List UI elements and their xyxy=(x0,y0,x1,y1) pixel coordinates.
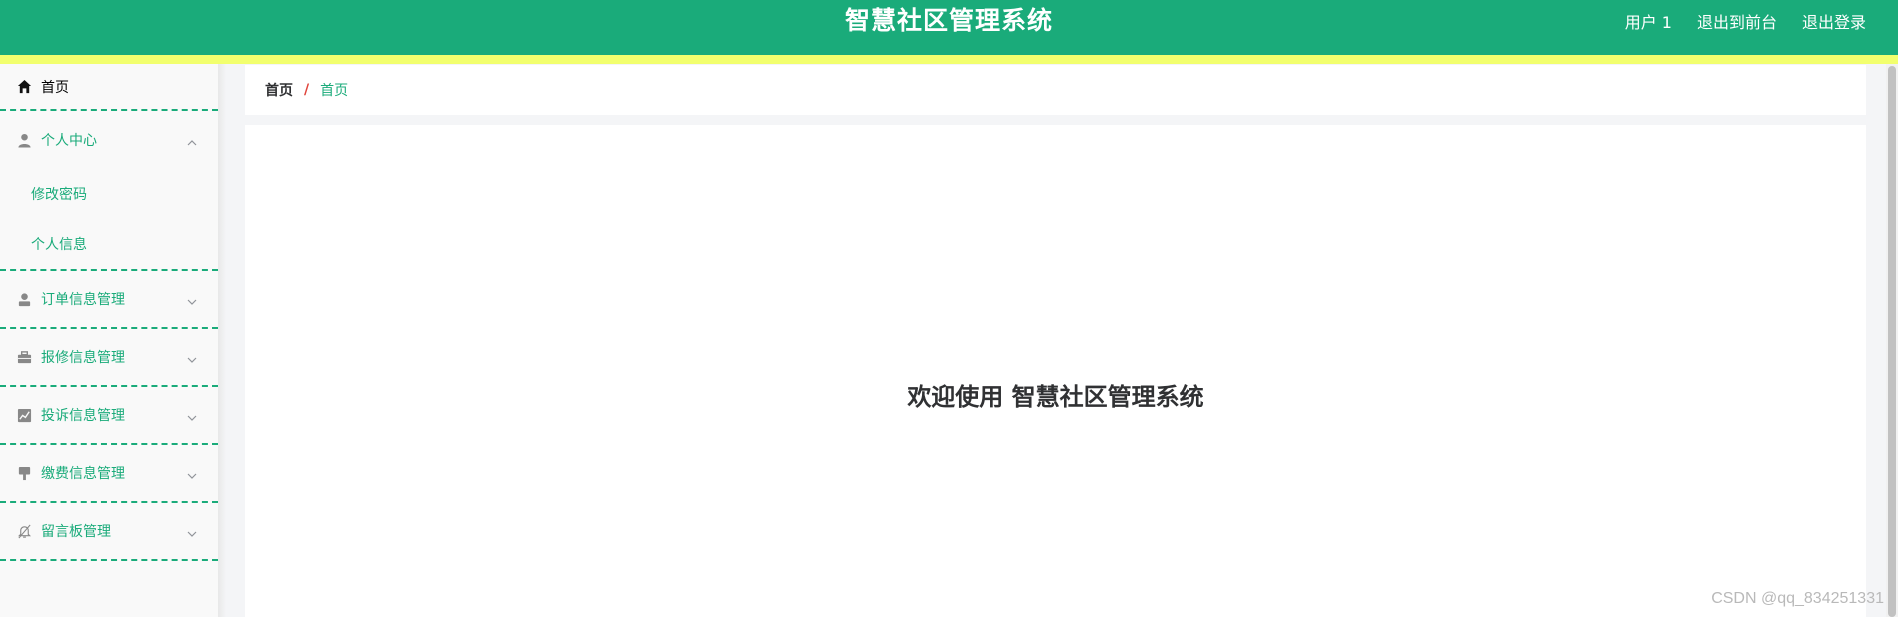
sidebar-item-message-board-management[interactable]: 留言板管理 xyxy=(0,503,218,561)
bell-off-icon xyxy=(16,523,32,539)
user-solid-icon xyxy=(16,291,32,307)
breadcrumb-current: 首页 xyxy=(320,83,349,99)
chevron-down-icon xyxy=(186,467,198,479)
briefcase-icon xyxy=(16,349,32,365)
sidebar-item-label: 个人中心 xyxy=(41,133,97,149)
submenu-item-change-password[interactable]: 修改密码 xyxy=(0,169,218,219)
brush-icon xyxy=(16,465,32,481)
scrollbar-thumb[interactable] xyxy=(1888,66,1896,617)
sidebar-menu: 首页 个人中心 修改密码 个人信息 订单信息管理 报修信息管理 投诉信息管理 缴… xyxy=(0,64,218,617)
sidebar-item-repair-management[interactable]: 报修信息管理 xyxy=(0,329,218,387)
back-to-front-link[interactable]: 退出到前台 xyxy=(1697,9,1777,33)
sidebar-item-home[interactable]: 首页 xyxy=(0,64,218,111)
welcome-message: 欢迎使用 智慧社区管理系统 xyxy=(907,383,1204,411)
sidebar-item-label: 投诉信息管理 xyxy=(41,408,125,424)
sidebar-item-personal-center[interactable]: 个人中心 xyxy=(0,111,218,169)
breadcrumb: 首页 / 首页 xyxy=(245,65,1866,115)
chevron-down-icon xyxy=(186,525,198,537)
sidebar-shadow xyxy=(218,64,226,617)
sidebar-item-order-management[interactable]: 订单信息管理 xyxy=(0,271,218,329)
chevron-down-icon xyxy=(186,293,198,305)
header-actions: 用户 1 退出到前台 退出登录 xyxy=(1625,0,1866,42)
app-title: 智慧社区管理系统 xyxy=(844,6,1053,35)
chart-icon xyxy=(16,407,32,423)
sidebar-item-label: 订单信息管理 xyxy=(41,292,125,308)
chevron-down-icon xyxy=(186,409,198,421)
sidebar-item-label: 留言板管理 xyxy=(41,524,111,540)
sidebar-item-label: 缴费信息管理 xyxy=(41,466,125,482)
sidebar-item-label: 报修信息管理 xyxy=(41,350,125,366)
sidebar-item-label: 首页 xyxy=(41,79,69,96)
chevron-down-icon xyxy=(186,351,198,363)
user-icon xyxy=(16,132,32,148)
logout-link[interactable]: 退出登录 xyxy=(1802,9,1866,33)
breadcrumb-root[interactable]: 首页 xyxy=(265,80,293,100)
home-icon xyxy=(16,79,32,95)
sidebar-item-payment-management[interactable]: 缴费信息管理 xyxy=(0,445,218,503)
main-content: 欢迎使用 智慧社区管理系统 xyxy=(245,125,1866,617)
submenu-item-personal-info[interactable]: 个人信息 xyxy=(0,219,218,269)
breadcrumb-separator: / xyxy=(304,82,310,98)
sidebar-item-complaint-management[interactable]: 投诉信息管理 xyxy=(0,387,218,445)
watermark: CSDN @qq_834251331 xyxy=(1711,590,1884,607)
chevron-up-icon xyxy=(186,134,198,146)
app-header: 智慧社区管理系统 用户 1 退出到前台 退出登录 xyxy=(0,0,1898,55)
current-user[interactable]: 用户 1 xyxy=(1625,9,1672,33)
header-stripe xyxy=(0,55,1898,64)
personal-center-submenu: 修改密码 个人信息 xyxy=(0,169,218,271)
